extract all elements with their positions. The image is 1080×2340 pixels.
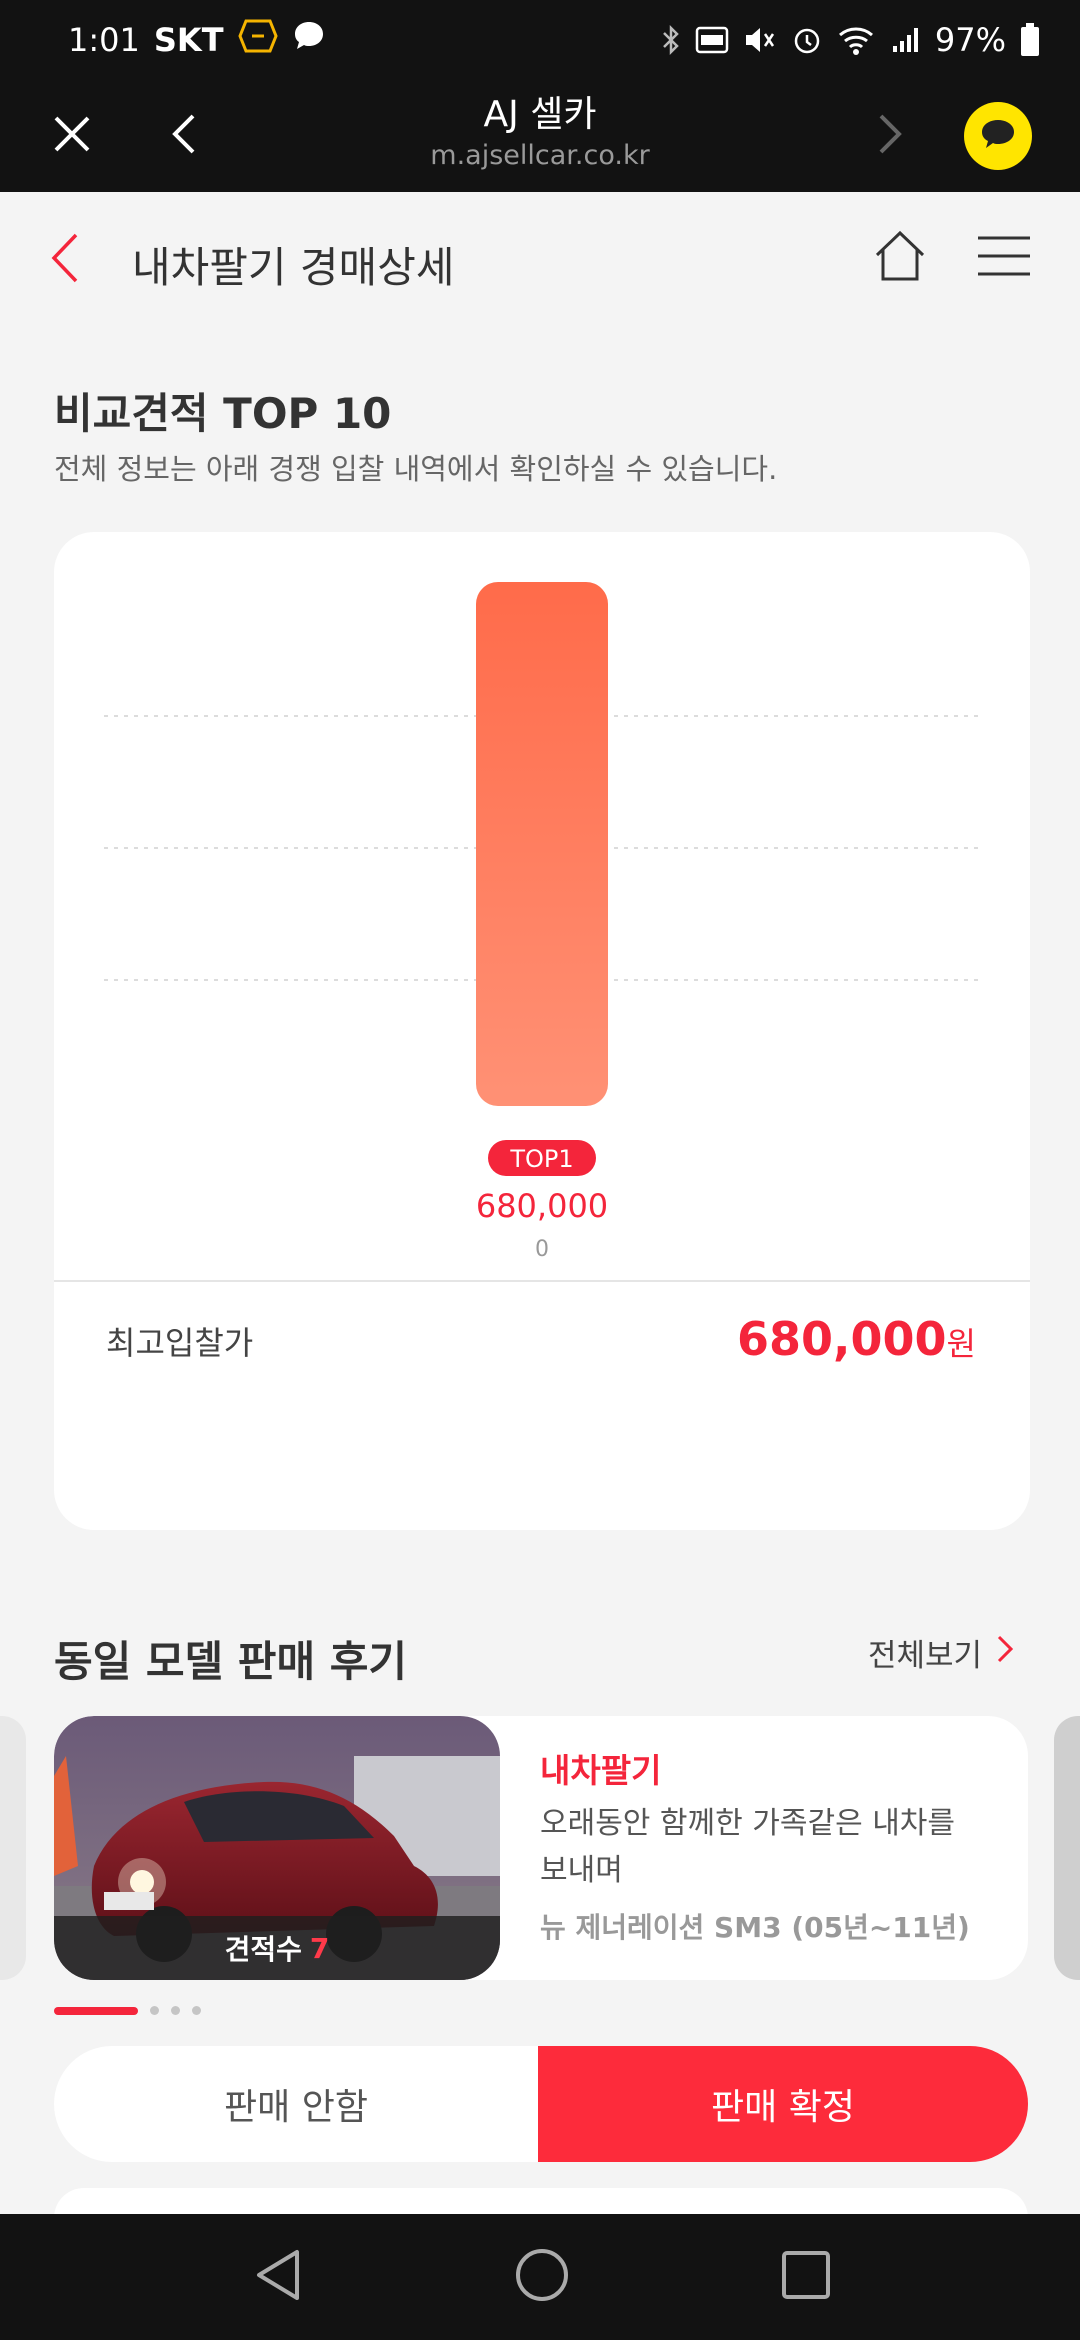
review-car-photo: 견적수 7 (54, 1716, 500, 1980)
circle-home-icon (514, 2247, 570, 2307)
view-all-link[interactable]: 전체보기 (868, 1630, 1014, 1675)
status-left: 1:01 SKT (68, 19, 326, 61)
currency-unit: 원 (946, 1325, 976, 1363)
status-time: 1:01 (68, 21, 140, 59)
status-carrier: SKT (153, 21, 224, 59)
carousel-indicator (54, 2006, 201, 2015)
page-header: 내차팔기 경매상세 (0, 192, 1080, 328)
bluetooth-icon (661, 24, 681, 56)
browser-url: m.ajsellcar.co.kr (430, 140, 650, 171)
chat-notification-icon (292, 19, 326, 61)
review-model: 뉴 제너레이션 SM3 (05년~11년) (540, 1911, 970, 1944)
menu-button[interactable] (974, 226, 1034, 290)
square-recents-icon (780, 2249, 832, 2305)
app-notification-icon (237, 19, 278, 61)
chevron-right-icon (996, 1634, 1014, 1672)
estimate-count: 7 (309, 1931, 330, 1965)
battery-icon (1020, 23, 1040, 57)
chart-bar (476, 582, 608, 1106)
browser-back-button[interactable] (156, 80, 212, 192)
mute-icon (743, 24, 777, 56)
hamburger-menu-icon (976, 234, 1032, 282)
home-icon (873, 229, 927, 287)
signal-icon (889, 24, 921, 56)
home-button[interactable] (868, 226, 932, 290)
comparison-chart-card: TOP1 680,000 0 최고입찰가 680,000원 (54, 532, 1030, 1530)
chevron-right-icon (877, 113, 903, 159)
sale-action-bar: 판매 안함 판매 확정 (54, 2046, 1028, 2162)
carousel-dot[interactable] (192, 2006, 201, 2015)
nfc-icon (695, 26, 729, 54)
battery-percent: 97% (934, 21, 1006, 59)
review-card[interactable]: 견적수 7 내차팔기 오래동안 함께한 가족같은 내차를 보내며 뉴 제너레이션… (54, 1716, 1028, 1980)
close-button[interactable] (40, 80, 104, 192)
triangle-back-icon (253, 2248, 303, 2306)
reviews-title: 동일 모델 판매 후기 (54, 1637, 407, 1686)
highest-bid-price: 680,000원 (737, 1312, 976, 1366)
system-nav-bar (0, 2214, 1080, 2340)
comparison-subtitle: 전체 정보는 아래 경쟁 입찰 내역에서 확인하실 수 있습니다. (54, 452, 778, 486)
cancel-sale-button[interactable]: 판매 안함 (54, 2046, 538, 2162)
highest-bid-label: 최고입찰가 (106, 1324, 254, 1362)
card-divider (54, 1280, 1030, 1282)
page-title: 내차팔기 경매상세 (132, 243, 455, 292)
estimate-label: 견적수 (224, 1933, 302, 1966)
bar-value-label: 680,000 (476, 1187, 608, 1225)
bar-secondary-label: 0 (535, 1237, 549, 1262)
system-back-button[interactable] (218, 2214, 338, 2340)
speech-bubble-icon (980, 118, 1016, 154)
status-right: 97% (661, 21, 1040, 59)
browser-forward-button[interactable] (862, 80, 918, 192)
system-recents-button[interactable] (746, 2214, 866, 2340)
previous-review-card[interactable] (0, 1716, 26, 1980)
carousel-dot[interactable] (150, 2006, 159, 2015)
kakaotalk-button[interactable] (964, 102, 1032, 170)
browser-page-title: AJ 셀카 (483, 94, 597, 135)
comparison-bar-chart: TOP1 680,000 0 (104, 582, 980, 1262)
chevron-left-icon (171, 113, 197, 159)
alarm-icon (791, 24, 823, 56)
carousel-dot-active[interactable] (54, 2006, 138, 2015)
browser-title-block: AJ 셀카 m.ajsellcar.co.kr (340, 92, 740, 174)
back-button[interactable] (40, 228, 90, 292)
estimate-count-badge: 견적수 7 (54, 1916, 500, 1980)
review-category: 내차팔기 (540, 1751, 662, 1790)
status-bar: 1:01 SKT 97% (0, 0, 1080, 80)
confirm-sale-button[interactable]: 판매 확정 (538, 2046, 1028, 2162)
comparison-title: 비교견적 TOP 10 (54, 389, 392, 438)
carousel-dot[interactable] (171, 2006, 180, 2015)
review-text: 오래동안 함께한 가족같은 내차를 보내며 (540, 1806, 956, 1888)
browser-toolbar: AJ 셀카 m.ajsellcar.co.kr (0, 80, 1080, 192)
back-arrow-icon (50, 232, 80, 288)
rank-label: TOP1 (509, 1145, 573, 1173)
next-review-card[interactable] (1054, 1716, 1080, 1980)
highest-bid-value: 680,000 (737, 1312, 947, 1366)
view-all-label: 전체보기 (868, 1638, 983, 1674)
system-home-button[interactable] (482, 2214, 602, 2340)
close-icon (52, 114, 92, 158)
wifi-icon (837, 24, 875, 56)
